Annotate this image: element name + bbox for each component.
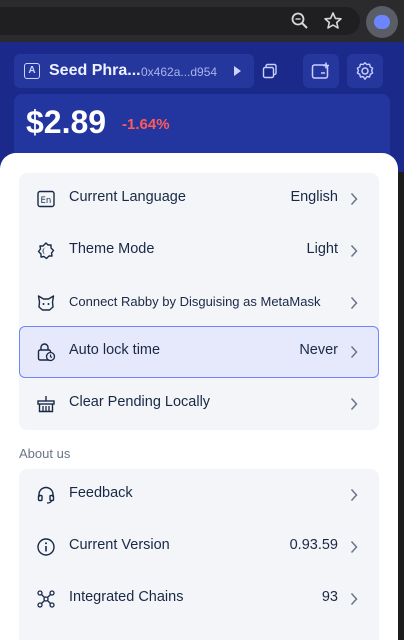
row-value: English (290, 189, 338, 205)
balance-amount: $2.89 (26, 104, 107, 140)
chevron-right-icon (350, 192, 358, 206)
row-value: Never (299, 342, 338, 358)
chevron-right-icon (350, 296, 358, 310)
copy-icon[interactable] (262, 63, 278, 79)
svg-text:En: En (41, 196, 52, 206)
chains-icon (36, 589, 56, 609)
row-value: Light (306, 241, 338, 257)
chevron-right-icon (350, 540, 358, 554)
theme-icon (36, 241, 56, 261)
row-label: Integrated Chains (69, 589, 184, 605)
zoom-icon[interactable] (290, 11, 310, 31)
clear-pending-icon (36, 394, 56, 414)
about-us-heading: About us (19, 446, 71, 461)
clear-pending-row[interactable]: Clear Pending Locally (19, 378, 379, 430)
account-icon: A (24, 63, 40, 79)
row-label: Clear Pending Locally (69, 394, 211, 410)
row-label: Current Version (69, 537, 170, 553)
add-address-button[interactable] (303, 54, 339, 88)
row-label: Current Language (69, 189, 186, 205)
current-version-row[interactable]: Current Version 0.93.59 (19, 521, 379, 573)
account-selector[interactable]: A Seed Phra... 0x462a...d954 (14, 54, 254, 88)
auto-lock-time-row[interactable]: Auto lock time Never (19, 326, 379, 378)
account-name: Seed Phra... (49, 62, 141, 79)
settings-button[interactable] (347, 54, 383, 88)
metamask-icon (36, 293, 56, 313)
caret-right-icon (234, 66, 241, 76)
row-label: Feedback (69, 485, 133, 501)
balance-change: -1.64% (122, 116, 170, 133)
feedback-row[interactable]: Feedback (19, 469, 379, 521)
rabby-extension-icon[interactable] (366, 6, 398, 38)
row-value: 0.93.59 (289, 537, 338, 553)
metamask-disguise-row[interactable]: Connect Rabby by Disguising as MetaMask (19, 277, 379, 329)
row-label: Auto lock time (69, 342, 161, 358)
chevron-right-icon (350, 244, 358, 258)
row-label: Connect Rabby by Disguising as MetaMask (69, 294, 321, 309)
account-address: 0x462a...d954 (141, 65, 218, 79)
settings-panel: En Current Language English Theme Mode L… (0, 153, 398, 640)
star-icon[interactable] (323, 11, 343, 31)
lock-clock-icon (36, 342, 56, 362)
chevron-right-icon (350, 345, 358, 359)
settings-group: En Current Language English Theme Mode L… (19, 173, 379, 430)
chevron-right-icon (350, 592, 358, 606)
info-icon (36, 537, 56, 557)
browser-toolbar (0, 0, 404, 42)
language-icon: En (36, 189, 56, 209)
chevron-right-icon (350, 397, 358, 411)
row-value: 93 (321, 589, 338, 605)
headset-icon (36, 485, 56, 505)
chevron-right-icon (350, 488, 358, 502)
row-label: Theme Mode (69, 241, 155, 257)
about-group: Feedback Current Version 0.93.59 Integra… (19, 469, 379, 640)
theme-mode-row[interactable]: Theme Mode Light (19, 225, 379, 277)
current-language-row[interactable]: En Current Language English (19, 173, 379, 225)
integrated-chains-row[interactable]: Integrated Chains 93 (19, 573, 379, 625)
